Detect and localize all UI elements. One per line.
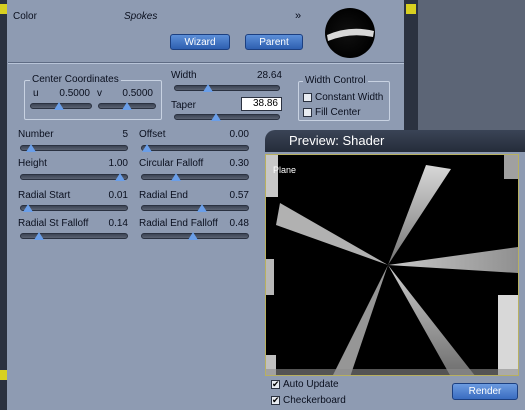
v-slider-knob[interactable] <box>122 102 132 110</box>
param-label: Radial End <box>139 190 188 201</box>
parent-button[interactable]: Parent <box>245 34 303 50</box>
width-slider-knob[interactable] <box>203 84 214 92</box>
param-value: 5 <box>122 129 128 140</box>
scroll-cap-bottom[interactable] <box>0 370 7 380</box>
preview-shader-window: Preview: Shader Plane ✔ Auto Update ✔ Ch… <box>265 130 525 410</box>
texture-name: Spokes <box>124 11 158 22</box>
fill-center-checkbox[interactable] <box>303 108 312 117</box>
slider-knob[interactable] <box>188 232 199 240</box>
u-slider[interactable] <box>30 102 92 110</box>
preview-canvas[interactable]: Plane <box>265 154 519 376</box>
radial-end-slider[interactable] <box>141 204 249 212</box>
param-value: 0.01 <box>108 190 128 201</box>
taper-input[interactable]: 38.86 <box>241 97 282 111</box>
taper-slider[interactable] <box>174 113 280 121</box>
number-slider[interactable] <box>20 144 128 152</box>
param-value: 0.30 <box>229 158 249 169</box>
center-coordinates-title: Center Coordinates <box>30 74 121 85</box>
radial-start-slider[interactable] <box>20 204 128 212</box>
width-control-title: Width Control <box>303 75 368 86</box>
object-label: Plane <box>273 165 297 175</box>
param-value: 0.48 <box>229 218 249 229</box>
circular-falloff-slider[interactable] <box>141 173 249 181</box>
width-value: 28.64 <box>256 70 282 81</box>
param-label: Offset <box>139 129 166 140</box>
slider-knob[interactable] <box>142 144 152 152</box>
taper-label: Taper <box>171 100 197 111</box>
param-label: Radial Start <box>18 190 71 201</box>
expand-chevron-icon[interactable]: » <box>295 10 301 22</box>
slider-knob[interactable] <box>170 173 181 181</box>
render-button[interactable]: Render <box>452 383 518 400</box>
param-label: Number <box>18 129 54 140</box>
param-value: 0.14 <box>108 218 128 229</box>
slider-knob[interactable] <box>25 144 36 152</box>
constant-width-checkbox[interactable] <box>303 93 312 102</box>
param-value: 0.57 <box>229 190 249 201</box>
taper-slider-knob[interactable] <box>210 113 221 121</box>
v-value: 0.5000 <box>122 88 153 99</box>
scroll-cap-top-right[interactable] <box>406 4 416 14</box>
checkerboard-label: Checkerboard <box>283 395 346 406</box>
fill-center-label: Fill Center <box>315 107 361 118</box>
v-slider[interactable] <box>98 102 156 110</box>
param-label: Circular Falloff <box>139 158 204 169</box>
height-slider[interactable] <box>20 173 128 181</box>
auto-update-label: Auto Update <box>283 379 339 390</box>
slider-knob[interactable] <box>34 232 45 240</box>
slider-knob[interactable] <box>22 204 33 212</box>
width-slider[interactable] <box>174 84 280 92</box>
left-scrollbar[interactable] <box>0 0 7 410</box>
preview-title[interactable]: Preview: Shader <box>265 130 525 152</box>
slider-knob[interactable] <box>115 173 126 181</box>
scroll-cap-top[interactable] <box>0 4 7 14</box>
width-label: Width <box>171 70 197 81</box>
param-label: Height <box>18 158 47 169</box>
u-slider-knob[interactable] <box>53 102 64 110</box>
radial-end-falloff-slider[interactable] <box>141 232 249 240</box>
auto-update-checkbox[interactable]: ✔ <box>271 380 280 389</box>
param-value: 1.00 <box>108 158 128 169</box>
param-value: 0.00 <box>229 129 249 140</box>
checkerboard-checkbox[interactable]: ✔ <box>271 396 280 405</box>
offset-slider[interactable] <box>141 144 249 152</box>
wizard-button[interactable]: Wizard <box>170 34 230 50</box>
sphere-thumbnail <box>325 8 375 58</box>
divider-highlight <box>8 63 404 64</box>
v-label: v <box>97 88 102 99</box>
u-label: u <box>33 88 39 99</box>
constant-width-label: Constant Width <box>315 92 384 103</box>
center-coordinates-group <box>24 80 162 120</box>
channel-label: Color <box>13 11 37 22</box>
param-label: Radial St Falloff <box>18 218 89 229</box>
u-value: 0.5000 <box>59 88 90 99</box>
spokes-render-image <box>266 155 518 375</box>
slider-knob[interactable] <box>196 204 207 212</box>
radial-st-falloff-slider[interactable] <box>20 232 128 240</box>
